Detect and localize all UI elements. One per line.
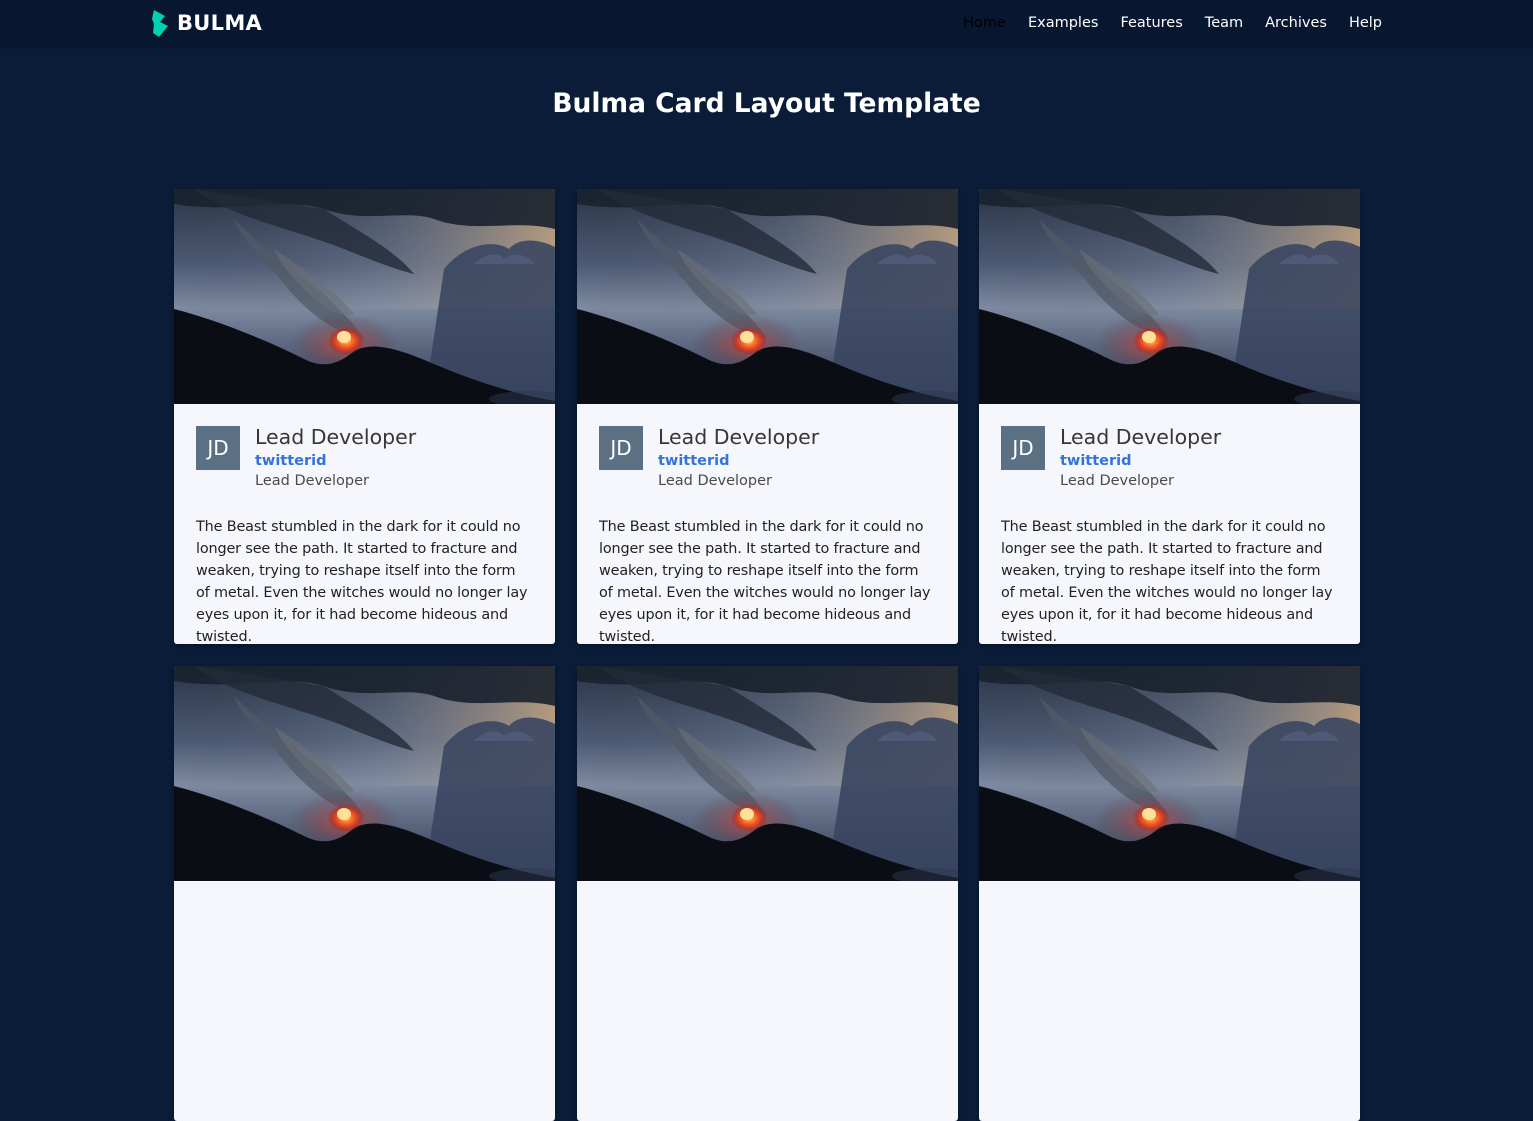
card-image [174, 189, 555, 404]
bulma-logo-icon [152, 9, 168, 37]
card-description: The Beast stumbled in the dark for it co… [1001, 519, 1333, 644]
avatar: JD [1001, 426, 1045, 470]
card-description: The Beast stumbled in the dark for it co… [196, 519, 528, 644]
card-image [577, 666, 958, 881]
profile-card [174, 666, 555, 1121]
nav-item-examples[interactable]: Examples [1017, 0, 1109, 46]
page-title: Bulma Card Layout Template [552, 88, 981, 119]
twitter-handle-link[interactable]: twitterid [255, 451, 416, 471]
card-image [174, 666, 555, 881]
avatar: JD [196, 426, 240, 470]
nav-menu: Home Examples Features Team Archives Hel… [952, 0, 1382, 46]
card-media: JD Lead Developer twitterid Lead Develop… [599, 423, 936, 516]
profile-card: JD Lead Developer twitterid Lead Develop… [979, 189, 1360, 644]
nav-item-features[interactable]: Features [1109, 0, 1193, 46]
card-role: Lead Developer [255, 473, 370, 489]
card-image [979, 666, 1360, 881]
card-role: Lead Developer [1060, 473, 1175, 489]
card-media: JD Lead Developer twitterid Lead Develop… [1001, 423, 1338, 516]
card-role: Lead Developer [658, 473, 773, 489]
nav-item-team[interactable]: Team [1194, 0, 1254, 46]
twitter-handle-link[interactable]: twitterid [658, 451, 819, 471]
profile-card: JD Lead Developer twitterid Lead Develop… [577, 189, 958, 644]
nav-item-help[interactable]: Help [1338, 0, 1382, 46]
media-content: Lead Developer twitterid Lead Developer [1060, 423, 1221, 491]
card-content: JD Lead Developer twitterid Lead Develop… [979, 404, 1360, 644]
navbar: BULMA Home Examples Features Team Archiv… [0, 0, 1533, 46]
brand[interactable]: BULMA [151, 9, 262, 37]
twitter-handle-link[interactable]: twitterid [1060, 451, 1221, 471]
media-content: Lead Developer twitterid Lead Developer [658, 423, 819, 491]
nav-item-home[interactable]: Home [952, 0, 1017, 46]
card-content: JD Lead Developer twitterid Lead Develop… [174, 404, 555, 644]
card-image [577, 189, 958, 404]
avatar: JD [599, 426, 643, 470]
card-name: Lead Developer [1060, 425, 1222, 449]
brand-name: BULMA [177, 11, 263, 35]
card-name: Lead Developer [255, 425, 417, 449]
card-media: JD Lead Developer twitterid Lead Develop… [196, 423, 533, 516]
profile-card [979, 666, 1360, 1121]
profile-card: JD Lead Developer twitterid Lead Develop… [174, 189, 555, 644]
card-name: Lead Developer [658, 425, 820, 449]
profile-card [577, 666, 958, 1121]
card-content: JD Lead Developer twitterid Lead Develop… [577, 404, 958, 644]
card-description: The Beast stumbled in the dark for it co… [599, 519, 931, 644]
media-content: Lead Developer twitterid Lead Developer [255, 423, 416, 491]
nav-item-archives[interactable]: Archives [1254, 0, 1338, 46]
card-image [979, 189, 1360, 404]
